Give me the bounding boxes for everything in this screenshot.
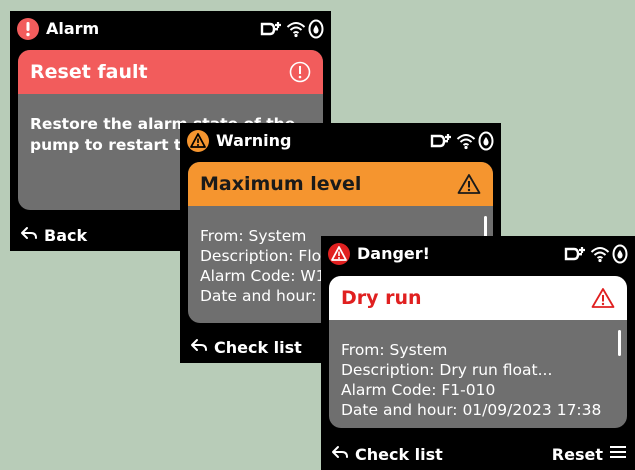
system-icons xyxy=(430,130,494,156)
exclamation-circle-icon xyxy=(16,17,40,45)
card-title: Reset fault xyxy=(30,61,148,83)
status-title: Warning xyxy=(216,131,292,150)
danger-triangle-icon xyxy=(327,242,351,270)
card-body: From: System Description: Dry run float.… xyxy=(329,320,627,428)
danger-triangle-outline-icon xyxy=(591,287,615,313)
card-title: Maximum level xyxy=(200,173,362,195)
plug-icon xyxy=(564,243,588,269)
plug-icon xyxy=(430,130,454,156)
water-drop-icon xyxy=(308,19,324,43)
warning-triangle-outline-icon xyxy=(457,173,481,199)
status-title: Alarm xyxy=(46,19,100,38)
water-drop-icon xyxy=(478,131,494,155)
plug-icon xyxy=(260,18,284,44)
status-title: Danger! xyxy=(357,244,430,263)
back-button[interactable]: Back xyxy=(20,225,87,245)
check-list-button[interactable]: Check list xyxy=(331,444,443,464)
system-icons xyxy=(564,243,628,269)
card-header: Dry run xyxy=(329,276,627,320)
status-bar: Warning xyxy=(180,123,501,161)
back-arrow-icon xyxy=(331,444,349,464)
exclamation-circle-outline-icon xyxy=(289,61,311,87)
status-bar: Danger! xyxy=(321,236,635,274)
check-list-button[interactable]: Check list xyxy=(190,337,302,357)
footer: Check list Reset xyxy=(321,440,635,470)
menu-icon xyxy=(609,444,627,464)
reset-label: Reset xyxy=(551,444,603,464)
system-icons xyxy=(260,18,324,44)
body-line: Alarm Code: F1-010 xyxy=(341,381,496,399)
water-drop-icon xyxy=(612,244,628,268)
danger-screen: Danger! Dry run From: System Description… xyxy=(321,236,635,470)
back-arrow-icon xyxy=(20,225,38,245)
wifi-icon xyxy=(590,245,610,267)
body-line: Date and hour: 01/09/2023 17:38 xyxy=(341,401,602,419)
danger-card: Dry run From: System Description: Dry ru… xyxy=(329,276,627,428)
warning-triangle-icon xyxy=(186,129,210,157)
body-line: Description: Dry run float... xyxy=(341,361,553,379)
back-arrow-icon xyxy=(190,337,208,357)
wifi-icon xyxy=(456,132,476,154)
wifi-icon xyxy=(286,20,306,42)
check-list-label: Check list xyxy=(355,444,443,464)
back-label: Back xyxy=(44,225,88,245)
body-line: From: System xyxy=(341,341,448,359)
card-header: Reset fault xyxy=(18,50,323,94)
reset-button[interactable]: Reset xyxy=(552,444,627,464)
check-list-label: Check list xyxy=(214,337,302,357)
status-bar: Alarm xyxy=(10,11,331,49)
card-title: Dry run xyxy=(341,287,422,309)
scrollbar[interactable] xyxy=(618,330,621,356)
card-header: Maximum level xyxy=(188,162,493,206)
